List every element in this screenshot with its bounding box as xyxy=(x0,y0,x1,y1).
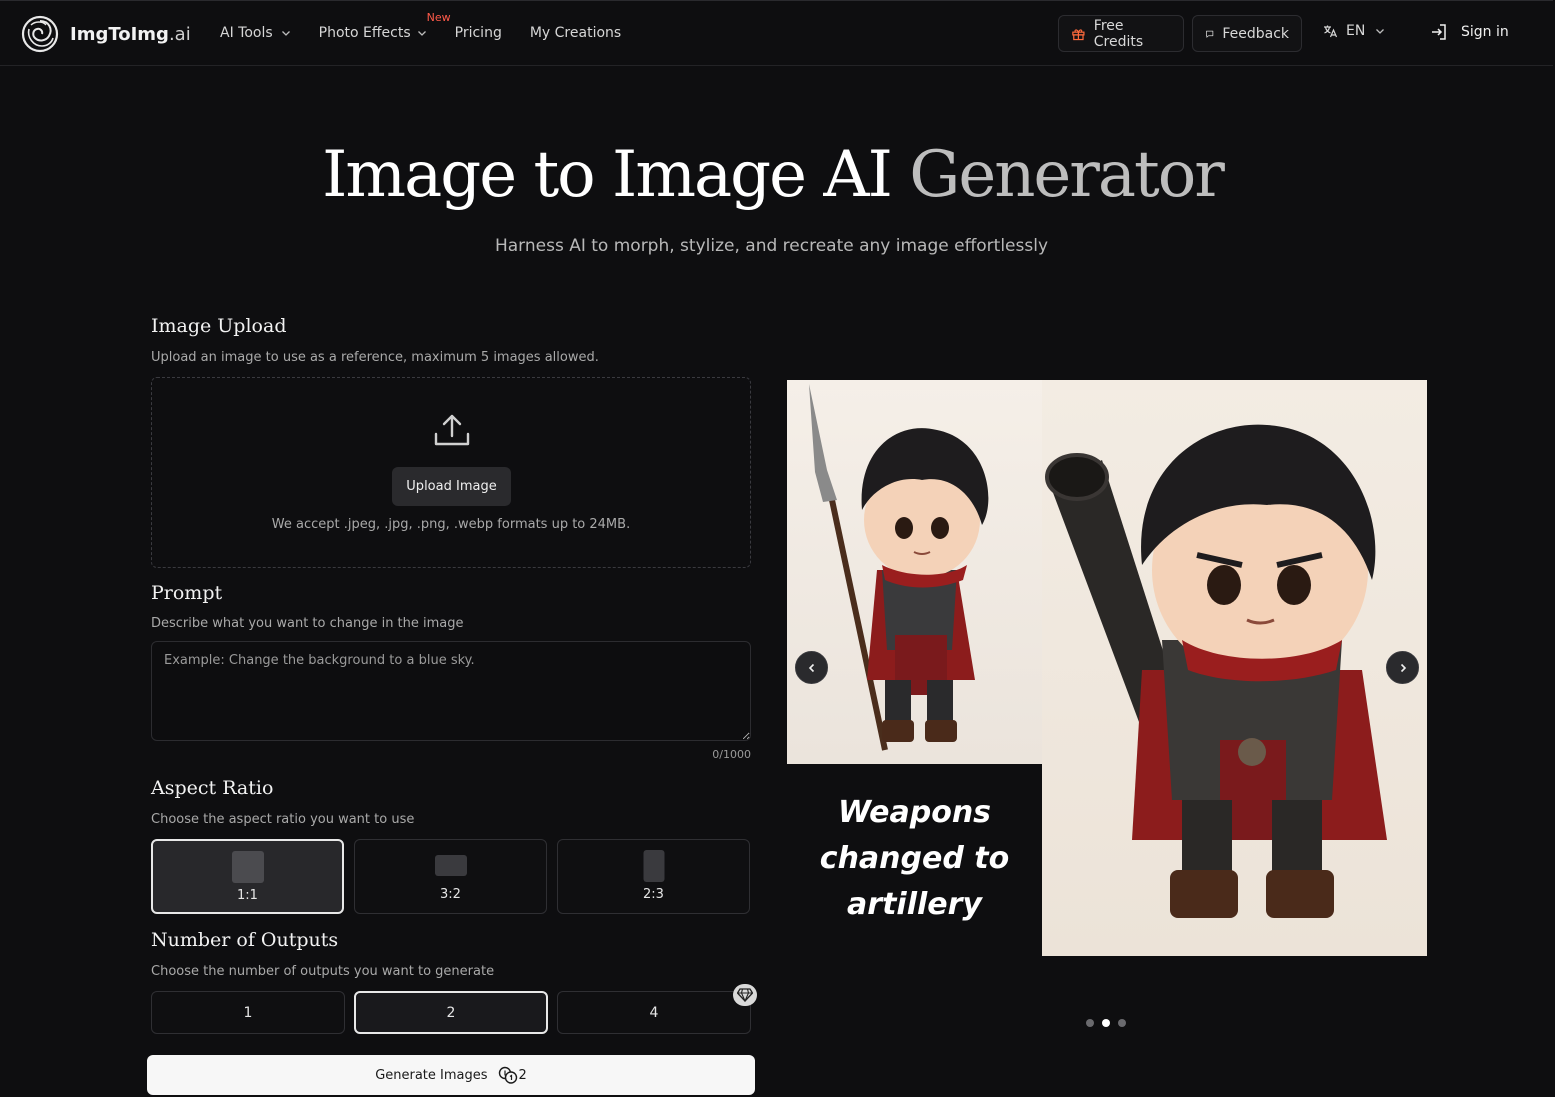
outputs-4-option[interactable]: 4 xyxy=(557,991,751,1034)
ratio-label: 3:2 xyxy=(440,887,461,902)
nav-my-creations[interactable]: My Creations xyxy=(530,25,621,41)
aspect-ratio-2-3-option[interactable]: 2:3 xyxy=(557,839,750,914)
upload-icon xyxy=(434,414,470,446)
credit-cost: 2 xyxy=(498,1066,527,1084)
log-in-icon xyxy=(1432,24,1446,40)
chevron-down-icon xyxy=(281,31,290,36)
aspect-ratio-1-1-option[interactable]: 1:1 xyxy=(151,839,344,914)
ratio-square-shape xyxy=(231,851,264,883)
carousel-next-button[interactable] xyxy=(1386,651,1419,684)
logo-swirl-icon xyxy=(21,15,59,53)
prompt-input[interactable] xyxy=(151,641,751,741)
main-nav: AI Tools Photo Effects New Pricing My Cr… xyxy=(220,1,649,65)
logo-text: ImgToImg.ai xyxy=(70,23,191,45)
image-upload-title: Image Upload xyxy=(151,315,287,337)
example-caption: Weapons changed to artillery xyxy=(819,795,1010,922)
message-square-icon xyxy=(1206,30,1214,38)
nav-pricing-label: Pricing xyxy=(454,25,502,41)
feedback-button[interactable]: Feedback xyxy=(1192,15,1302,52)
language-label: EN xyxy=(1346,23,1366,39)
aspect-ratio-description: Choose the aspect ratio you want to use xyxy=(151,812,415,827)
nav-ai-tools-label: AI Tools xyxy=(220,25,273,41)
example-showcase-carousel: Weapons changed to artillery xyxy=(787,380,1427,956)
language-selector[interactable]: EN xyxy=(1322,23,1385,39)
ratio-portrait-shape xyxy=(643,850,664,882)
nav-pricing[interactable]: Pricing xyxy=(455,25,502,41)
before-image xyxy=(787,380,1042,764)
generate-label: Generate Images xyxy=(375,1067,488,1083)
ratio-label: 2:3 xyxy=(643,887,664,902)
ratio-label: 1:1 xyxy=(237,888,258,903)
gift-icon xyxy=(1072,28,1085,40)
accepted-formats-text: We accept .jpeg, .jpg, .png, .webp forma… xyxy=(271,517,631,532)
feedback-label: Feedback xyxy=(1222,25,1289,42)
prompt-character-counter: 0/1000 xyxy=(712,748,751,761)
nav-photo-effects-label: Photo Effects xyxy=(318,25,411,41)
upload-image-button[interactable]: Upload Image xyxy=(392,467,511,506)
carousel-prev-button[interactable] xyxy=(795,651,828,684)
outputs-title: Number of Outputs xyxy=(151,929,339,951)
coins-icon xyxy=(498,1066,517,1084)
credit-cost-value: 2 xyxy=(518,1067,527,1083)
image-dropzone[interactable]: Upload Image We accept .jpeg, .jpg, .png… xyxy=(151,377,751,568)
prompt-description: Describe what you want to change in the … xyxy=(151,616,464,631)
new-badge: New xyxy=(426,11,451,24)
outputs-description: Choose the number of outputs you want to… xyxy=(151,964,495,979)
nav-my-creations-label: My Creations xyxy=(529,25,622,41)
aspect-ratio-title: Aspect Ratio xyxy=(151,777,274,799)
carousel-dot-3[interactable] xyxy=(1118,1019,1126,1027)
free-credits-label: Free Credits xyxy=(1093,17,1144,50)
ratio-landscape-shape xyxy=(434,855,467,876)
carousel-dot-2[interactable] xyxy=(1102,1019,1110,1027)
free-credits-button[interactable]: Free Credits xyxy=(1058,15,1184,52)
premium-diamond-icon xyxy=(733,984,757,1006)
sign-in-label: Sign in xyxy=(1461,24,1509,40)
page-subtitle: Harness AI to morph, stylize, and recrea… xyxy=(494,236,1049,256)
chevron-down-icon xyxy=(1376,29,1385,34)
outputs-2-option[interactable]: 2 xyxy=(354,991,548,1034)
logo[interactable]: ImgToImg.ai xyxy=(21,15,191,53)
translate-icon xyxy=(1324,25,1338,38)
carousel-pagination xyxy=(1086,1019,1134,1027)
image-upload-description: Upload an image to use as a reference, m… xyxy=(151,350,599,365)
aspect-ratio-3-2-option[interactable]: 3:2 xyxy=(354,839,547,914)
carousel-dot-1[interactable] xyxy=(1086,1019,1094,1027)
chevron-down-icon xyxy=(417,31,426,36)
sign-in-button[interactable]: Sign in xyxy=(1429,22,1509,42)
nav-ai-tools[interactable]: AI Tools xyxy=(220,25,291,41)
nav-photo-effects[interactable]: Photo Effects New xyxy=(318,11,451,41)
after-image xyxy=(1042,380,1427,956)
top-navigation-bar: ImgToImg.ai AI Tools Photo Effects New P… xyxy=(0,0,1553,66)
prompt-title: Prompt xyxy=(151,582,223,604)
generate-images-button[interactable]: Generate Images 2 xyxy=(147,1055,755,1095)
chevron-left-icon xyxy=(808,663,814,672)
outputs-1-option[interactable]: 1 xyxy=(151,991,345,1034)
page-title: Image to Image AI Generator xyxy=(322,138,1225,212)
chevron-right-icon xyxy=(1400,663,1406,672)
